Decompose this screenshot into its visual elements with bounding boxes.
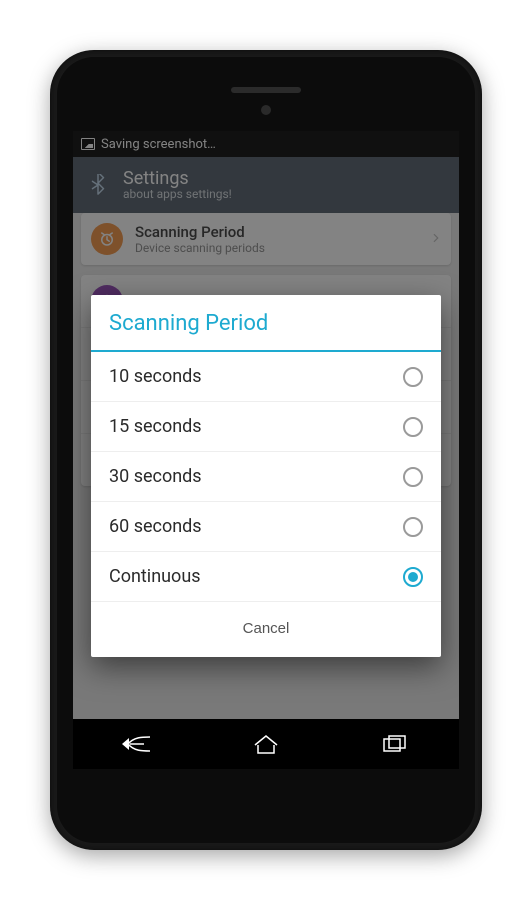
screen: Saving screenshot… Settings about apps s…: [73, 131, 459, 769]
phone-frame: Saving screenshot… Settings about apps s…: [50, 50, 482, 850]
option-label: 60 seconds: [109, 516, 202, 537]
option-15-seconds[interactable]: 15 seconds: [91, 402, 441, 452]
option-label: 15 seconds: [109, 416, 202, 437]
option-label: Continuous: [109, 566, 201, 587]
dialog-option-list: 10 seconds 15 seconds 30 seconds 60 seco…: [91, 352, 441, 602]
back-button[interactable]: [107, 724, 167, 764]
cancel-button[interactable]: Cancel: [223, 614, 310, 643]
phone-camera: [261, 105, 271, 115]
option-10-seconds[interactable]: 10 seconds: [91, 352, 441, 402]
home-button[interactable]: [236, 724, 296, 764]
dialog-title: Scanning Period: [91, 295, 441, 350]
radio-icon: [403, 517, 423, 537]
radio-icon: [403, 367, 423, 387]
radio-icon: [403, 417, 423, 437]
phone-bezel: Saving screenshot… Settings about apps s…: [57, 57, 475, 843]
phone-speaker: [231, 87, 301, 93]
radio-icon: [403, 467, 423, 487]
recent-apps-button[interactable]: [365, 724, 425, 764]
option-label: 10 seconds: [109, 366, 202, 387]
scanning-period-dialog: Scanning Period 10 seconds 15 seconds 30…: [91, 295, 441, 657]
android-nav-bar: [73, 719, 459, 769]
option-60-seconds[interactable]: 60 seconds: [91, 502, 441, 552]
option-label: 30 seconds: [109, 466, 202, 487]
option-continuous[interactable]: Continuous: [91, 552, 441, 602]
radio-selected-icon: [403, 567, 423, 587]
option-30-seconds[interactable]: 30 seconds: [91, 452, 441, 502]
